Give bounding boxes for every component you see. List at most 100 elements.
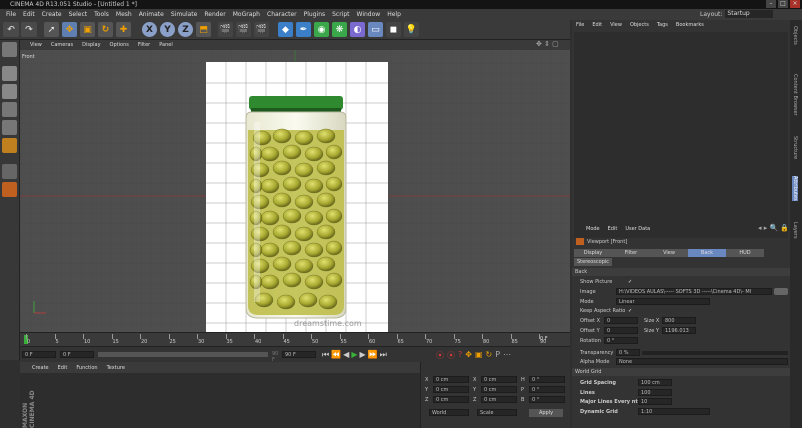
maximize-button[interactable]: □ (778, 0, 788, 8)
scale-icon[interactable]: ▣ (80, 22, 95, 37)
object-manager-menu-item[interactable]: Tags (657, 22, 668, 28)
viewport[interactable]: dreamstime.com Front (20, 50, 570, 332)
snap-icon[interactable] (2, 182, 17, 197)
mode-dropdown[interactable]: Linear (616, 298, 710, 305)
go-to-end-icon[interactable]: ⏭ (380, 350, 387, 360)
offset-y-field[interactable]: 0 (604, 327, 638, 334)
dynamic-grid-dropdown[interactable]: 1:10 (638, 408, 710, 415)
menu-item[interactable]: MoGraph (233, 11, 260, 18)
apply-button[interactable]: Apply (529, 409, 563, 417)
menu-item[interactable]: Simulate (171, 11, 198, 18)
x-axis-button[interactable]: X (142, 22, 157, 37)
coord-value-field[interactable]: 0 ° (529, 396, 565, 403)
menu-item[interactable]: Select (69, 11, 88, 18)
material-menu-item[interactable]: Edit (58, 365, 68, 371)
next-frame-icon[interactable]: ▶ (359, 350, 365, 360)
side-tab[interactable]: Content Browser (792, 74, 798, 116)
nurbs-icon[interactable]: ◉ (314, 22, 329, 37)
coord-value-field[interactable]: 0 cm (433, 396, 469, 403)
world-dropdown[interactable]: World (429, 409, 469, 416)
transparency-slider[interactable] (642, 351, 788, 355)
image-browse-button[interactable] (774, 288, 788, 295)
start-frame-field[interactable]: 0 F (60, 351, 94, 358)
camera-icon[interactable]: ◼ (386, 22, 401, 37)
array-icon[interactable]: ❋ (332, 22, 347, 37)
move-icon[interactable]: ✥ (62, 22, 77, 37)
side-tab[interactable]: Layers (792, 222, 798, 239)
y-axis-button[interactable]: Y (160, 22, 175, 37)
prev-frame-icon[interactable]: ◀ (343, 350, 349, 360)
scale-dropdown[interactable]: Scale (477, 409, 517, 416)
render-picture-viewer-icon[interactable]: 🎬 (236, 22, 251, 37)
model-mode-icon[interactable] (2, 66, 17, 81)
offset-x-field[interactable]: 0 (604, 317, 638, 324)
viewport-menu-item[interactable]: Panel (159, 42, 173, 48)
menu-item[interactable]: Window (357, 11, 381, 18)
points-mode-icon[interactable] (2, 102, 17, 117)
max-frame-field[interactable]: 90 F (282, 351, 316, 358)
alpha-mode-dropdown[interactable]: None (616, 358, 788, 365)
material-menu-item[interactable]: Texture (107, 365, 125, 371)
object-manager-menu-item[interactable]: Bookmarks (676, 22, 704, 28)
key-icon[interactable]: ? (458, 350, 462, 361)
tab-display[interactable]: Display (574, 249, 612, 257)
floor-icon[interactable]: ▭ (368, 22, 383, 37)
keep-aspect-checkbox[interactable]: ✓ (628, 308, 632, 314)
show-picture-checkbox[interactable]: ✓ (628, 279, 632, 285)
tab-stereoscopic[interactable]: Stereoscopic (574, 258, 612, 266)
play-icon[interactable]: ▶ (351, 350, 357, 360)
coord-value-field[interactable]: 0 ° (529, 376, 565, 383)
coord-value-field[interactable]: 0 cm (481, 386, 517, 393)
material-area[interactable]: MAXON CINEMA 4D (20, 373, 420, 428)
material-menu-item[interactable]: Function (76, 365, 97, 371)
lines-field[interactable]: 100 (638, 389, 672, 396)
make-editable-icon[interactable] (2, 42, 17, 57)
grid-spacing-field[interactable]: 100 cm (638, 379, 672, 386)
menu-item[interactable]: Help (387, 11, 401, 18)
object-manager-menu-item[interactable]: View (610, 22, 622, 28)
render-view-icon[interactable]: 🎬 (218, 22, 233, 37)
attributes-menu-item[interactable]: User Data (625, 226, 650, 232)
spline-pen-icon[interactable]: ✒ (296, 22, 311, 37)
viewport-menu-item[interactable]: View (30, 42, 42, 48)
scale-key-icon[interactable]: ▣ (475, 350, 483, 361)
frame-range-slider[interactable] (98, 352, 268, 357)
select-arrow-icon[interactable]: ➚ (44, 22, 59, 37)
viewport-menu-item[interactable]: Options (110, 42, 129, 48)
autokey-icon[interactable]: ⦿ (447, 350, 455, 361)
polygons-mode-icon[interactable] (2, 138, 17, 153)
transparency-field[interactable]: 0 % (616, 349, 640, 356)
redo-icon[interactable]: ↷ (21, 22, 37, 37)
texture-mode-icon[interactable] (2, 84, 17, 99)
attributes-menu-item[interactable]: Edit (608, 226, 618, 232)
object-manager-menu-item[interactable]: Objects (630, 22, 649, 28)
object-list[interactable] (574, 32, 788, 238)
cube-icon[interactable]: ◆ (278, 22, 293, 37)
size-y-field[interactable]: 1196.013 (662, 327, 696, 334)
render-settings-icon[interactable]: 🎬 (254, 22, 269, 37)
coord-value-field[interactable]: 0 cm (481, 396, 517, 403)
viewport-menu-item[interactable]: Cameras (51, 42, 73, 48)
menu-item[interactable]: File (6, 11, 16, 18)
pla-key-icon[interactable]: ⋯ (503, 350, 511, 361)
coordinate-system-icon[interactable]: ⬒ (196, 22, 211, 37)
viewport-menu-item[interactable]: Filter (138, 42, 150, 48)
menu-item[interactable]: Mesh (116, 11, 132, 18)
attributes-menu-item[interactable]: Mode (586, 226, 600, 232)
viewport-nav-icons[interactable]: ✥ ⇕ ▢ (536, 40, 559, 48)
minimize-button[interactable]: – (766, 0, 776, 8)
object-manager-menu-item[interactable]: File (576, 22, 584, 28)
menu-item[interactable]: Render (204, 11, 225, 18)
tab-filter[interactable]: Filter (612, 249, 650, 257)
z-axis-button[interactable]: Z (178, 22, 193, 37)
live-select-icon[interactable]: ✚ (116, 22, 131, 37)
undo-icon[interactable]: ↶ (3, 22, 19, 37)
attributes-nav-icons[interactable]: ◂ ▸ 🔍 🔒 (758, 224, 789, 232)
material-menu-item[interactable]: Create (32, 365, 49, 371)
menu-item[interactable]: Create (42, 11, 62, 18)
next-key-icon[interactable]: ⏩ (368, 350, 378, 360)
tab-view[interactable]: View (650, 249, 688, 257)
menu-item[interactable]: Tools (94, 11, 109, 18)
coord-value-field[interactable]: 0 cm (481, 376, 517, 383)
record-icon[interactable]: ⦿ (436, 350, 444, 361)
